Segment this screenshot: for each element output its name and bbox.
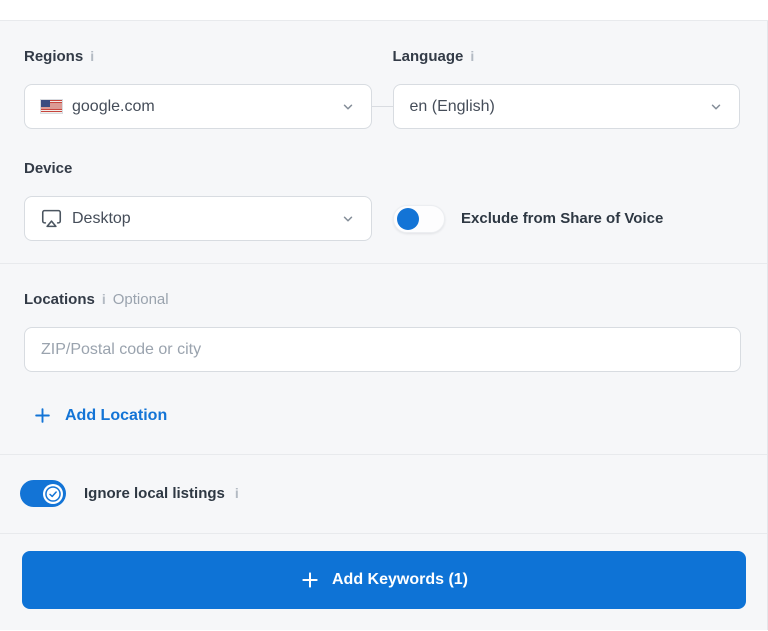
chevron-down-icon xyxy=(341,100,355,114)
location-input[interactable] xyxy=(24,327,741,372)
language-select[interactable]: en (English) xyxy=(392,84,740,129)
plus-icon xyxy=(33,406,52,425)
submit-section: Add Keywords (1) xyxy=(0,534,767,629)
exclude-share-of-voice-label: Exclude from Share of Voice xyxy=(461,210,663,227)
device-selected-value: Desktop xyxy=(72,209,131,227)
add-keywords-button[interactable]: Add Keywords (1) xyxy=(22,551,746,609)
language-info-icon[interactable]: i xyxy=(470,47,474,65)
ignore-local-listings-toggle[interactable] xyxy=(20,480,66,507)
toggle-knob-check-icon xyxy=(43,483,63,504)
regions-info-icon[interactable]: i xyxy=(90,47,94,65)
language-label: Language i xyxy=(393,47,741,66)
locations-optional-badge: Optional xyxy=(112,291,169,308)
chevron-down-icon xyxy=(341,212,355,226)
add-keywords-label: Add Keywords (1) xyxy=(331,571,468,588)
regions-label-text: Regions xyxy=(24,48,84,65)
add-location-button[interactable]: Add Location xyxy=(33,406,167,425)
locations-label: Locations i Optional xyxy=(24,290,740,309)
language-label-text: Language xyxy=(392,48,464,65)
connector-line xyxy=(372,106,393,107)
exclude-share-of-voice-text: Exclude from Share of Voice xyxy=(461,210,664,227)
top-strip xyxy=(0,0,768,21)
plus-icon xyxy=(300,570,320,590)
add-location-label: Add Location xyxy=(65,406,168,424)
regions-label: Regions i xyxy=(24,47,372,66)
exclude-share-of-voice-toggle[interactable] xyxy=(393,204,445,233)
device-label-text: Device xyxy=(24,160,73,177)
search-engine-section: Regions i Language i google.com en (Engl… xyxy=(0,21,767,264)
language-selected-value: en (English) xyxy=(409,97,495,115)
locations-section: Locations i Optional Add Location xyxy=(0,264,767,455)
chevron-down-icon xyxy=(709,100,723,114)
regions-selected-value: google.com xyxy=(72,97,155,115)
us-flag-icon xyxy=(41,100,62,113)
ignore-local-listings-label: Ignore local listings i xyxy=(84,485,239,502)
locations-info-icon[interactable]: i xyxy=(102,290,106,308)
toggle-knob xyxy=(397,207,419,230)
device-select[interactable]: Desktop xyxy=(24,196,372,241)
regions-select[interactable]: google.com xyxy=(24,84,372,129)
ignore-local-listings-section: Ignore local listings i xyxy=(0,455,767,534)
ignore-local-listings-text: Ignore local listings xyxy=(84,485,225,502)
ignore-local-listings-info-icon[interactable]: i xyxy=(235,485,239,501)
desktop-icon xyxy=(41,208,62,229)
keyword-settings-panel: Regions i Language i google.com en (Engl… xyxy=(0,21,768,630)
device-label: Device xyxy=(24,160,740,178)
locations-label-text: Locations xyxy=(24,291,95,308)
